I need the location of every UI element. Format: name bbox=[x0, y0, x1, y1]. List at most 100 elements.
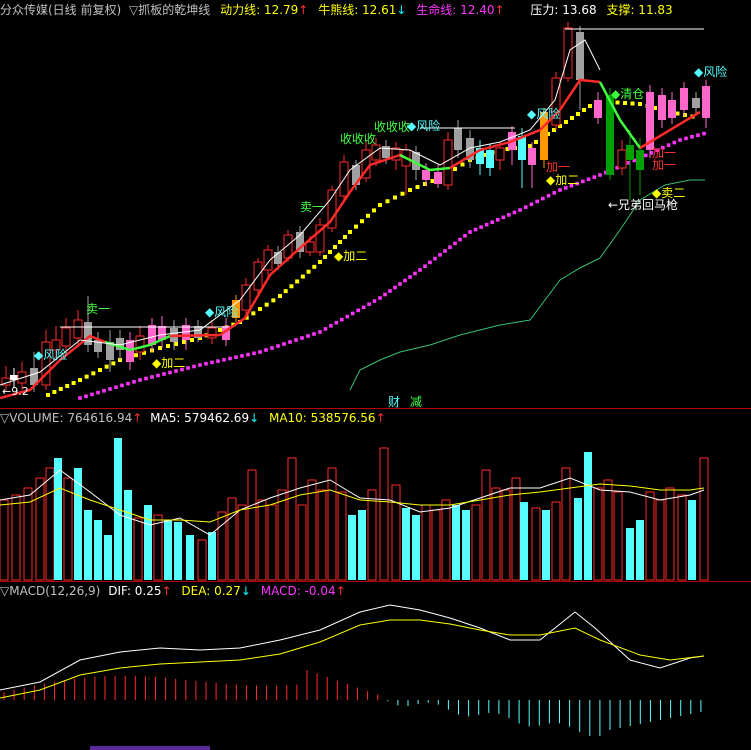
life-line-dot bbox=[581, 179, 585, 184]
risk-label-text: 风险 bbox=[536, 107, 561, 121]
bull-bear-dot bbox=[289, 284, 294, 289]
life-line-dot bbox=[234, 355, 238, 359]
bull-bear-dot bbox=[134, 353, 138, 358]
bull-bear-dot bbox=[588, 104, 592, 108]
volume-bar bbox=[574, 498, 582, 580]
volume-bar bbox=[197, 539, 207, 581]
bull-bear-dot bbox=[638, 102, 642, 106]
volume-bar bbox=[348, 515, 356, 580]
bull-bear-dot bbox=[91, 371, 96, 376]
life-line-dot bbox=[186, 366, 190, 370]
volume-bar bbox=[379, 447, 389, 581]
clear-position-label: ◆清仓 bbox=[611, 87, 644, 101]
risk-label-text: 风险 bbox=[416, 119, 441, 133]
volume-bar bbox=[337, 491, 347, 581]
indicator-name[interactable]: ▽抓板的乾坤线 bbox=[129, 3, 210, 17]
volume-bar bbox=[153, 514, 163, 581]
volume-bar bbox=[267, 504, 277, 581]
risk-label: ◆风险 bbox=[407, 119, 440, 133]
chart-canvas[interactable] bbox=[0, 0, 751, 750]
candle-body bbox=[658, 95, 666, 120]
life-line-dot bbox=[388, 289, 392, 293]
stock-title[interactable]: 分众传媒(日线 前复权) bbox=[0, 3, 121, 17]
life-line-dot bbox=[523, 205, 528, 209]
macd-pane-separator bbox=[0, 581, 751, 582]
left-price-label: ←9.2 bbox=[2, 385, 29, 398]
bull-bear-dot bbox=[328, 250, 332, 254]
diamond-icon: ◆ bbox=[407, 119, 417, 133]
pressure-value: 压力: 13.68 bbox=[530, 3, 597, 17]
life-line-dot bbox=[433, 256, 437, 261]
bull-bear-dot bbox=[675, 111, 680, 116]
life-line-dot bbox=[541, 196, 545, 201]
candle-body bbox=[636, 150, 644, 170]
volume-bar bbox=[45, 467, 55, 581]
life-line-dot bbox=[312, 332, 316, 336]
bull-bear-dot bbox=[415, 185, 420, 189]
life-line-dot bbox=[678, 138, 682, 142]
risk-label: ◆风险 bbox=[34, 348, 67, 362]
volume-bar bbox=[327, 467, 337, 581]
bull-bear-dot bbox=[408, 188, 412, 192]
volume-bars[interactable] bbox=[0, 438, 709, 581]
power-line-value: 动力线: 12.79 bbox=[220, 3, 299, 17]
candle-body bbox=[617, 149, 627, 169]
ma5-value: MA5: 579462.69 bbox=[150, 411, 250, 425]
life-line-dot bbox=[643, 153, 648, 158]
candle-body bbox=[135, 335, 145, 353]
candlesticks[interactable] bbox=[1, 22, 710, 392]
life-line-dot bbox=[240, 354, 244, 358]
volume-bar bbox=[511, 477, 521, 581]
dea-value: DEA: 0.27 bbox=[181, 584, 241, 598]
candle-body bbox=[61, 327, 71, 347]
add-two-label-text: 加二 bbox=[555, 173, 580, 187]
life-line-dot bbox=[340, 317, 344, 322]
life-line-dot bbox=[529, 202, 534, 207]
life-line-dot bbox=[383, 292, 387, 297]
candle-body bbox=[495, 147, 505, 161]
life-line-dot bbox=[367, 302, 371, 306]
bottom-scrollbar[interactable] bbox=[90, 746, 210, 750]
risk-label-text: 风险 bbox=[703, 65, 728, 79]
life-line-dot bbox=[702, 131, 706, 136]
volume-bar bbox=[531, 507, 541, 581]
life-line-dot bbox=[264, 348, 268, 352]
bull-bear-dot bbox=[323, 255, 327, 259]
life-line-dot bbox=[586, 177, 591, 182]
life-line-dot bbox=[356, 308, 360, 313]
volume-bar bbox=[186, 535, 194, 580]
shou-label: 收收收 bbox=[374, 120, 411, 134]
volume-bar bbox=[584, 452, 592, 580]
macd-value: MACD: -0.04 bbox=[260, 584, 336, 598]
diamond-icon: ◆ bbox=[527, 107, 537, 121]
bull-bear-dot bbox=[271, 298, 276, 303]
bull-bear-dot bbox=[372, 208, 376, 213]
bull-bear-dot bbox=[264, 302, 269, 307]
bull-bear-dot bbox=[623, 101, 627, 105]
volume-bar bbox=[655, 499, 665, 581]
bull-bear-dot bbox=[385, 199, 390, 204]
bull-bear-dot bbox=[354, 224, 358, 229]
life-line-dot bbox=[84, 394, 88, 398]
bull-bear-dot bbox=[300, 274, 305, 279]
life-line-dot bbox=[507, 213, 511, 217]
bull-bear-dot bbox=[65, 384, 70, 388]
volume-bar bbox=[593, 487, 603, 581]
volume-value: ▽VOLUME: 764616.94 bbox=[0, 411, 133, 425]
bull-bear-dot bbox=[552, 128, 556, 132]
life-line-dot bbox=[108, 387, 112, 391]
volume-bar bbox=[645, 491, 655, 581]
resistance-lines bbox=[60, 28, 704, 328]
volume-bar bbox=[164, 520, 172, 580]
bull-bear-dot bbox=[174, 342, 178, 346]
life-line-dot bbox=[204, 361, 208, 366]
clear-position-label-text: 清仓 bbox=[620, 87, 645, 101]
candle-body bbox=[73, 319, 83, 339]
bull-bear-dot bbox=[166, 344, 170, 348]
life-line-dot bbox=[393, 285, 397, 290]
bull-arrow: ↓ bbox=[396, 3, 407, 17]
life-line-dot bbox=[306, 334, 310, 338]
volume-pane-separator bbox=[0, 408, 751, 409]
life-line-dot bbox=[345, 314, 350, 319]
life-line-dot bbox=[552, 191, 557, 195]
